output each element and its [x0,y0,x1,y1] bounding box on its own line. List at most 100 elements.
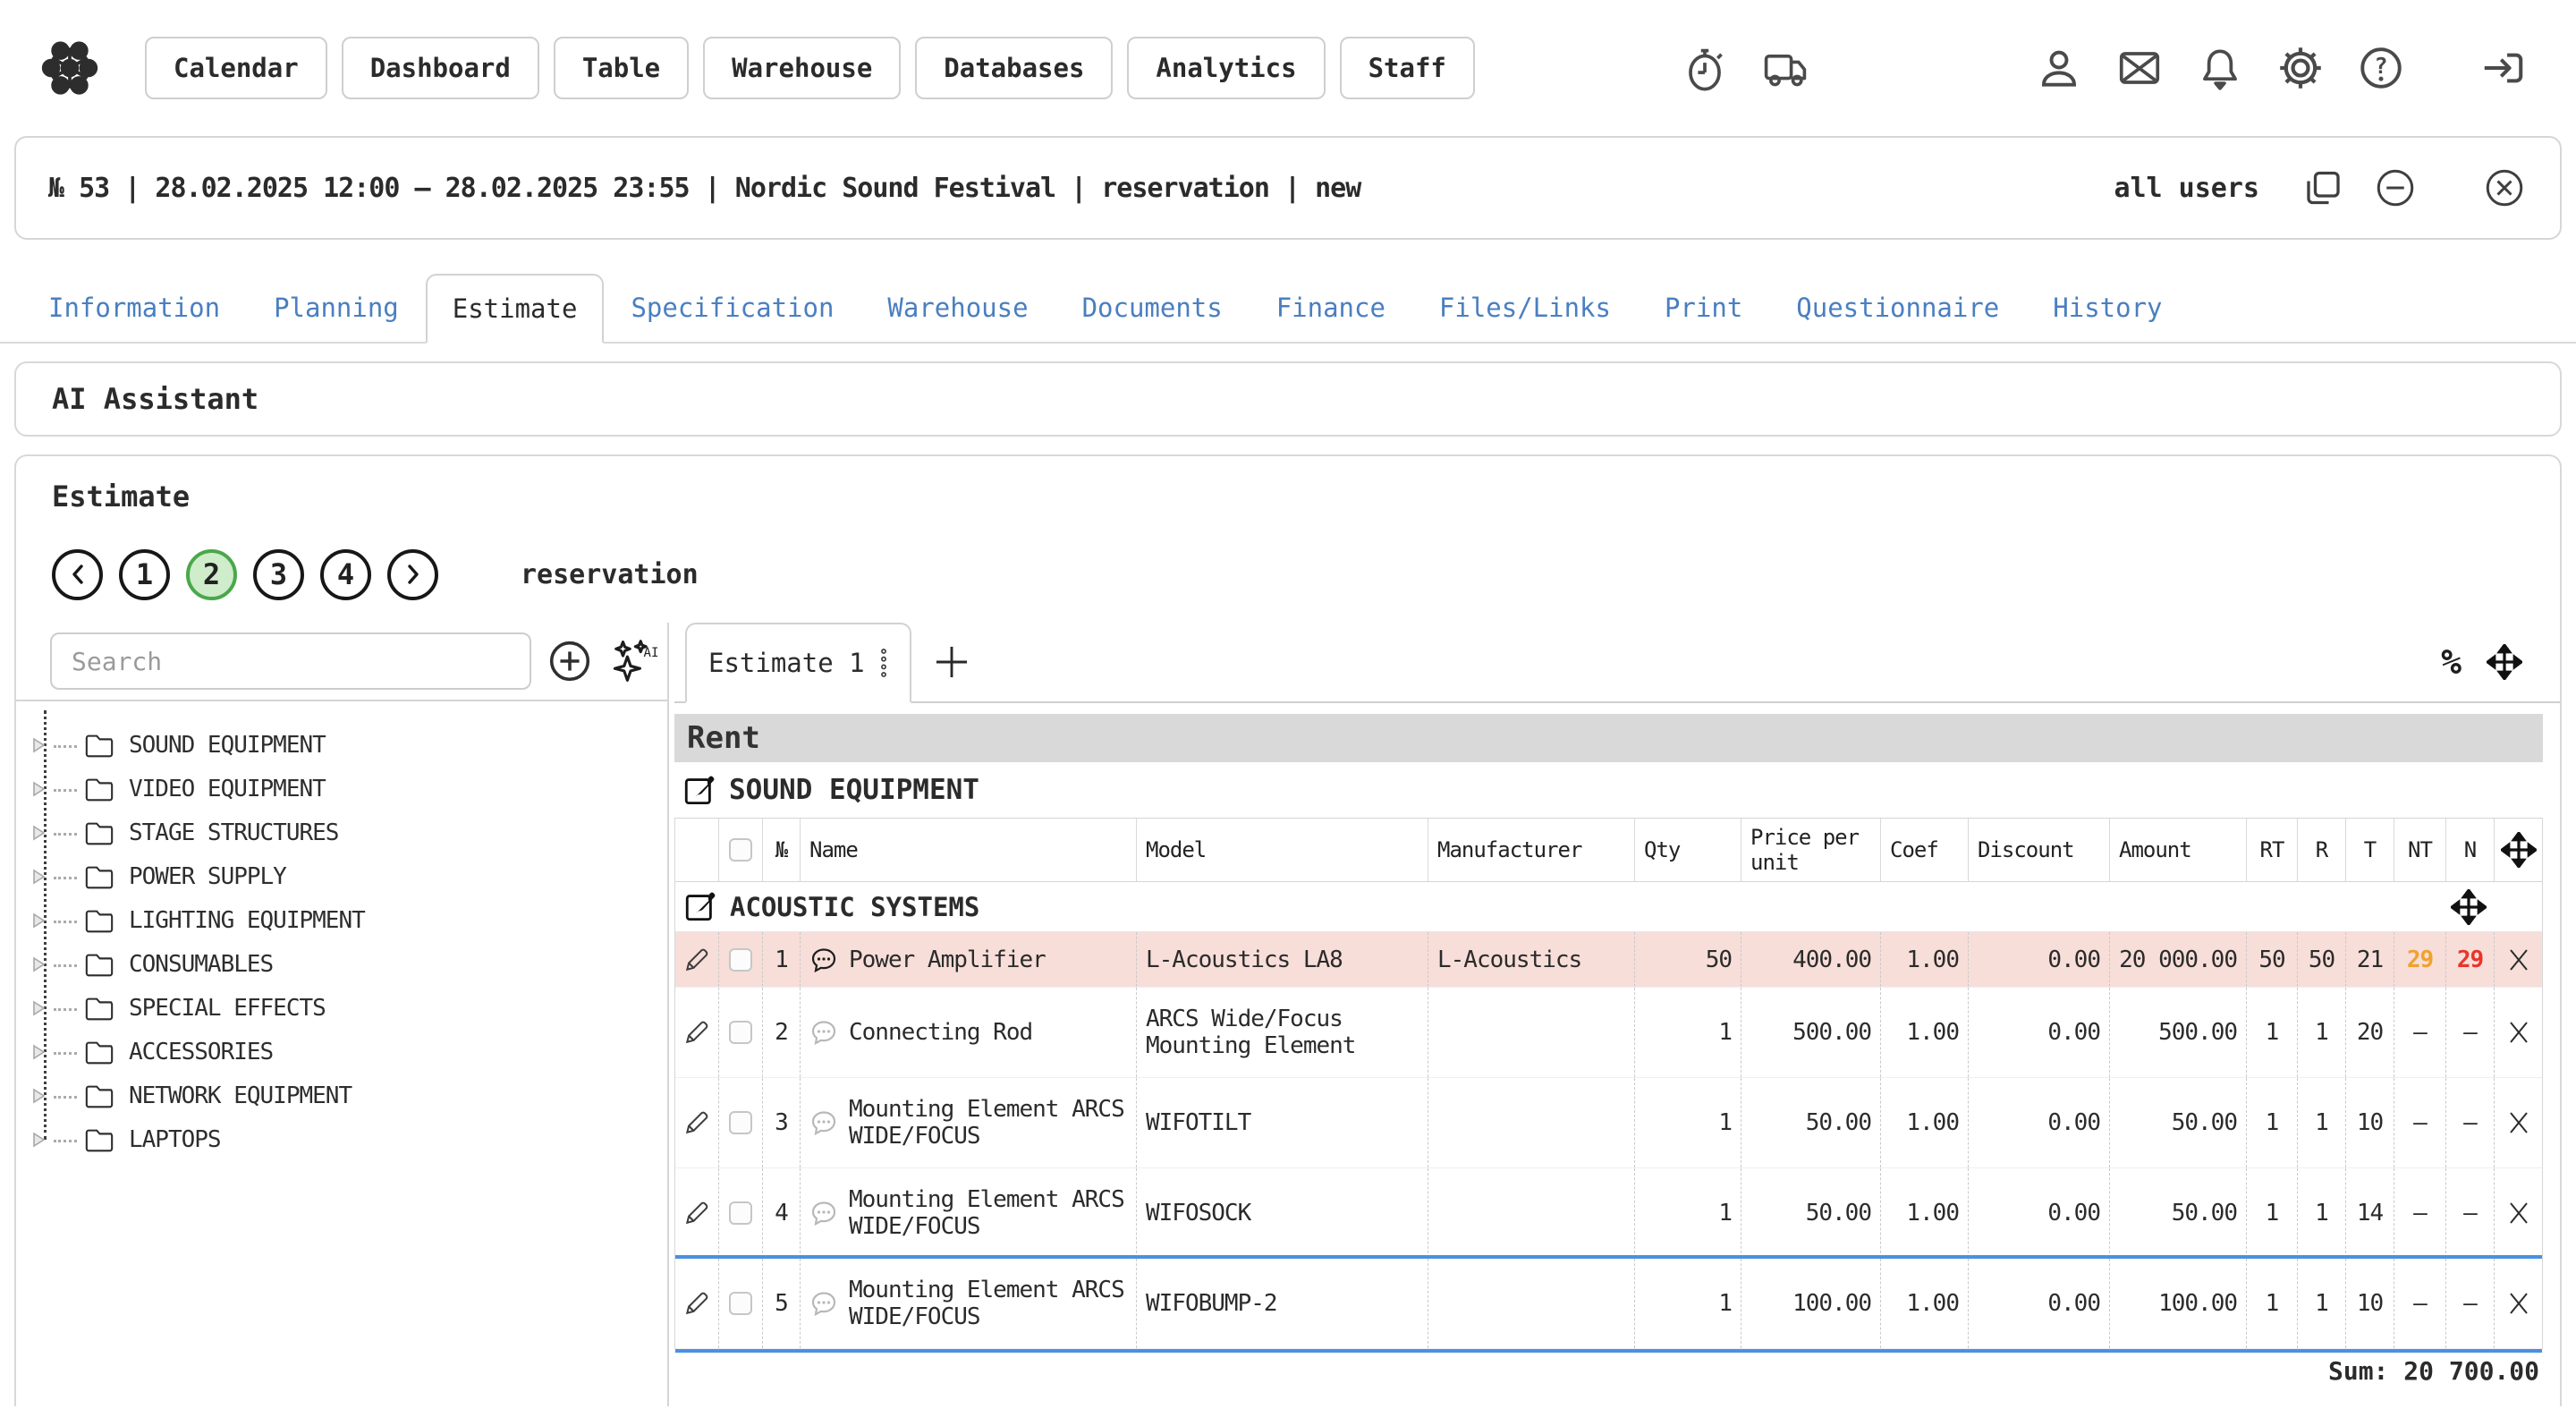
expand-arrow-icon[interactable] [31,780,47,798]
row-price-cell[interactable]: 50.00 [1741,1168,1881,1258]
tab-warehouse[interactable]: Warehouse [860,274,1055,342]
estimate-page-1[interactable]: 1 [119,549,170,600]
truck-icon[interactable] [1760,43,1810,93]
comment-icon[interactable] [809,946,838,974]
row-discount-cell[interactable]: 0.00 [1969,1259,2110,1348]
stopwatch-icon[interactable] [1680,43,1730,93]
tab-documents[interactable]: Documents [1055,274,1250,342]
row-discount-cell[interactable]: 0.00 [1969,988,2110,1077]
edit-subsection-icon[interactable] [684,890,717,923]
row-checkbox[interactable] [719,1168,763,1258]
nav-button-staff[interactable]: Staff [1340,37,1475,99]
tab-finance[interactable]: Finance [1250,274,1412,342]
percent-mode-button[interactable]: % [2441,642,2462,682]
folder-item-power-supply[interactable]: POWER SUPPLY [16,854,667,898]
minus-circle-icon[interactable] [2372,165,2419,211]
nav-button-analytics[interactable]: Analytics [1127,37,1325,99]
comment-icon[interactable] [809,1108,838,1137]
folder-item-stage-structures[interactable]: STAGE STRUCTURES [16,811,667,854]
row-qty-cell[interactable]: 50 [1635,932,1741,987]
nav-button-table[interactable]: Table [554,37,689,99]
add-item-button[interactable] [546,636,594,686]
user-icon[interactable] [2034,43,2084,93]
tab-information[interactable]: Information [21,274,247,342]
help-icon[interactable]: ? [2356,43,2406,93]
group-banner-rent[interactable]: Rent [674,714,2543,762]
row-price-cell[interactable]: 50.00 [1741,1078,1881,1167]
expand-arrow-icon[interactable] [31,955,47,973]
comment-icon[interactable] [809,1289,838,1318]
nav-button-dashboard[interactable]: Dashboard [342,37,539,99]
sheet-tab-menu-icon[interactable] [879,648,888,678]
expand-arrow-icon[interactable] [31,736,47,754]
row-checkbox[interactable] [719,1078,763,1167]
row-delete-button[interactable] [2495,1259,2542,1348]
row-qty-cell[interactable]: 1 [1635,1259,1741,1348]
folder-item-video-equipment[interactable]: VIDEO EQUIPMENT [16,767,667,811]
row-checkbox[interactable] [719,1259,763,1348]
expand-arrow-icon[interactable] [31,1043,47,1061]
tab-questionnaire[interactable]: Questionnaire [1769,274,2026,342]
row-price-cell[interactable]: 100.00 [1741,1259,1881,1348]
folder-item-sound-equipment[interactable]: SOUND EQUIPMENT [16,723,667,767]
folder-item-consumables[interactable]: CONSUMABLES [16,942,667,986]
row-discount-cell[interactable]: 0.00 [1969,932,2110,987]
edit-section-icon[interactable] [683,774,716,807]
row-checkbox[interactable] [719,932,763,987]
tab-print[interactable]: Print [1638,274,1769,342]
row-coef-cell[interactable]: 1.00 [1881,932,1969,987]
tab-estimate[interactable]: Estimate [426,274,605,344]
comment-icon[interactable] [809,1018,838,1047]
row-delete-button[interactable] [2495,1168,2542,1258]
app-logo[interactable] [36,34,104,102]
row-delete-button[interactable] [2495,1078,2542,1167]
expand-arrow-icon[interactable] [31,1087,47,1105]
pager-next-button[interactable] [387,549,438,600]
exit-icon[interactable] [2478,43,2528,93]
row-delete-button[interactable] [2495,932,2542,987]
expand-arrow-icon[interactable] [31,912,47,929]
row-edit-button[interactable] [675,932,719,987]
expand-arrow-icon[interactable] [31,868,47,886]
column-move-icon[interactable] [2495,819,2542,881]
expand-arrow-icon[interactable] [31,999,47,1017]
nav-button-calendar[interactable]: Calendar [145,37,327,99]
nav-button-warehouse[interactable]: Warehouse [703,37,901,99]
expand-arrow-icon[interactable] [31,1131,47,1149]
row-coef-cell[interactable]: 1.00 [1881,1259,1969,1348]
row-price-cell[interactable]: 400.00 [1741,932,1881,987]
estimate-page-3[interactable]: 3 [253,549,304,600]
row-checkbox[interactable] [719,988,763,1077]
expand-arrow-icon[interactable] [31,824,47,842]
row-edit-button[interactable] [675,988,719,1077]
row-qty-cell[interactable]: 1 [1635,1078,1741,1167]
folder-item-accessories[interactable]: ACCESSORIES [16,1030,667,1074]
copy-icon[interactable] [2299,165,2345,211]
folder-item-special-effects[interactable]: SPECIAL EFFECTS [16,986,667,1030]
tab-planning[interactable]: Planning [247,274,426,342]
tab-history[interactable]: History [2026,274,2189,342]
row-coef-cell[interactable]: 1.00 [1881,988,1969,1077]
ai-assistant-card[interactable]: AI Assistant [14,361,2562,437]
tab-specification[interactable]: Specification [604,274,860,342]
row-qty-cell[interactable]: 1 [1635,988,1741,1077]
row-coef-cell[interactable]: 1.00 [1881,1078,1969,1167]
row-edit-button[interactable] [675,1168,719,1258]
row-edit-button[interactable] [675,1078,719,1167]
comment-icon[interactable] [809,1199,838,1227]
estimate-page-2[interactable]: 2 [186,549,237,600]
add-sheet-tab-button[interactable] [911,623,992,701]
ai-sparkles-icon[interactable]: AI [608,636,658,686]
sheet-tab-estimate-1[interactable]: Estimate 1 [685,623,911,703]
search-input[interactable] [50,632,531,690]
gear-icon[interactable] [2275,43,2326,93]
estimate-page-4[interactable]: 4 [320,549,371,600]
tab-files-links[interactable]: Files/Links [1412,274,1638,342]
row-price-cell[interactable]: 500.00 [1741,988,1881,1077]
row-qty-cell[interactable]: 1 [1635,1168,1741,1258]
row-edit-button[interactable] [675,1259,719,1348]
row-discount-cell[interactable]: 0.00 [1969,1168,2110,1258]
row-coef-cell[interactable]: 1.00 [1881,1168,1969,1258]
select-all-checkbox[interactable] [729,838,752,862]
row-discount-cell[interactable]: 0.00 [1969,1078,2110,1167]
